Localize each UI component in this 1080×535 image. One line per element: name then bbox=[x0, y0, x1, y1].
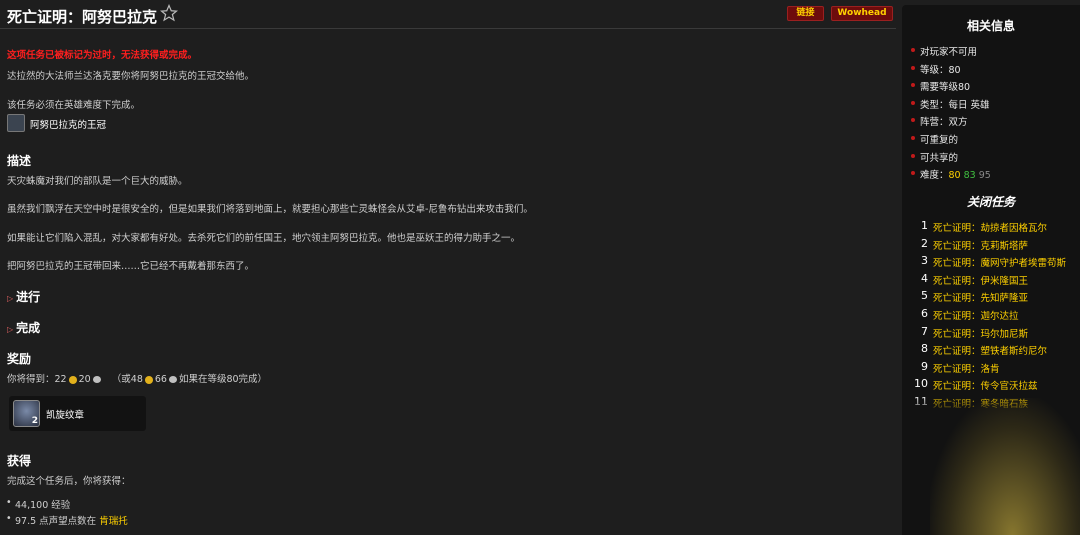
glow-overlay bbox=[930, 398, 1080, 535]
description-paragraph: 把阿努巴拉克的王冠带回来……它已经不再戴着那东西了。 bbox=[7, 261, 255, 272]
rep-prefix: 97.5 点声望点数在 bbox=[15, 516, 97, 527]
page-title: 死亡证明：阿努巴拉克 bbox=[7, 8, 158, 26]
title-bar: 死亡证明：阿努巴拉克 链接 Wowhead bbox=[0, 0, 896, 29]
chain-quest-link[interactable]: 死亡证明：玛尔加尼斯 bbox=[933, 326, 1028, 340]
chain-quest-link[interactable]: 死亡证明：传令官沃拉兹 bbox=[933, 378, 1038, 392]
chain-number: 3 bbox=[921, 254, 928, 268]
chain-number: 6 bbox=[921, 307, 928, 320]
info-item: 等级：80 bbox=[911, 62, 961, 76]
info-item: 阵营：双方 bbox=[911, 114, 968, 128]
description-paragraph: 如果能让它们陷入混乱，对大家都有好处。去杀死它们的前任国王，地穴领主阿努巴拉克。… bbox=[7, 233, 521, 244]
info-item: 类型：每日 英雄 bbox=[911, 97, 990, 111]
chain-quest-link[interactable]: 死亡证明：劫掠者因格瓦尔 bbox=[933, 220, 1047, 234]
chain-quest-link[interactable]: 死亡证明：魔网守护者埃雷苟斯 bbox=[933, 255, 1066, 269]
reward-item[interactable]: 2 凯旋纹章 bbox=[9, 396, 146, 431]
rewards-heading: 奖励 bbox=[7, 352, 32, 366]
chain-title: 关闭任务 bbox=[966, 195, 1015, 209]
quest-item-name[interactable]: 阿努巴拉克的王冠 bbox=[30, 117, 106, 131]
quest-main: 死亡证明：阿努巴拉克 链接 Wowhead 这项任务已被标记为过时，无法获得或完… bbox=[0, 0, 896, 535]
emblem-icon: 2 bbox=[13, 400, 40, 427]
description-paragraph: 虽然我们飘浮在天空中时是很安全的，但是如果我们将落到地面上，就要担心那些亡灵蛛怪… bbox=[7, 204, 533, 215]
info-item: 对玩家不可用 bbox=[910, 44, 977, 58]
wowhead-button[interactable]: Wowhead bbox=[831, 6, 893, 21]
chain-number: 9 bbox=[921, 359, 928, 373]
chain-quest-link[interactable]: 死亡证明：伊米隆国王 bbox=[933, 273, 1028, 287]
gold-coin-icon bbox=[144, 375, 153, 384]
chain-number: 1 bbox=[921, 219, 928, 232]
progress-label: 进行 bbox=[16, 290, 41, 304]
expand-triangle-icon: ▷ bbox=[7, 294, 14, 303]
info-item: 可重复的 bbox=[910, 132, 958, 146]
xp-gain: 44,100 经验 bbox=[6, 497, 70, 511]
gold-coin-icon bbox=[68, 375, 77, 384]
star-icon[interactable] bbox=[160, 4, 178, 22]
silver-coin-icon bbox=[168, 376, 177, 383]
deprecated-notice: 这项任务已被标记为过时，无法获得或完成。 bbox=[7, 50, 198, 61]
money-reward: 你将得到：22 20 （或48 66 如果在等级80完成） bbox=[7, 371, 267, 385]
description-heading: 描述 bbox=[7, 154, 32, 168]
completion-label: 完成 bbox=[16, 321, 41, 335]
heroic-note: 该任务必须在英雄难度下完成。 bbox=[7, 100, 141, 111]
faction-link[interactable]: 肯瑞托 bbox=[99, 516, 128, 527]
difficulty-easy: 80 bbox=[948, 170, 961, 181]
completion-toggle[interactable]: ▷ 完成 bbox=[7, 319, 40, 336]
silver-amount: 20 bbox=[78, 374, 91, 385]
chain-quest-link[interactable]: 死亡证明：先知萨隆亚 bbox=[933, 290, 1028, 304]
description-paragraph: 天灾蛛魔对我们的部队是一个巨大的威胁。 bbox=[7, 176, 188, 187]
gains-heading: 获得 bbox=[7, 454, 32, 468]
difficulty-grey: 95 bbox=[978, 170, 991, 181]
link-button[interactable]: 链接 bbox=[787, 6, 824, 21]
you-get-label: 你将得到： bbox=[7, 374, 55, 385]
progress-toggle[interactable]: ▷ 进行 bbox=[7, 288, 40, 305]
reward-item-name[interactable]: 凯旋纹章 bbox=[46, 407, 84, 421]
chain-quest-link[interactable]: 死亡证明：克莉斯塔萨 bbox=[933, 238, 1028, 252]
chain-number: 8 bbox=[921, 342, 928, 356]
silver-coin-icon bbox=[92, 376, 101, 383]
reward-count: 2 bbox=[31, 416, 38, 426]
chain-quest-link[interactable]: 死亡证明：迦尔达拉 bbox=[933, 308, 1019, 322]
gold-amount: 22 bbox=[54, 374, 67, 385]
difficulty-medium: 83 bbox=[963, 170, 976, 181]
chain-number: 5 bbox=[921, 289, 928, 303]
alt-open: （或 bbox=[111, 374, 131, 385]
alt-silver-amount: 66 bbox=[154, 374, 167, 385]
chain-number: 7 bbox=[921, 324, 928, 338]
chain-number: 10 bbox=[914, 377, 928, 391]
chain-number: 4 bbox=[921, 271, 928, 285]
chain-quest-link[interactable]: 死亡证明：塑铁者斯约尼尔 bbox=[933, 343, 1047, 357]
info-item: 可共享的 bbox=[910, 150, 958, 164]
alt-gold-amount: 48 bbox=[130, 374, 143, 385]
info-item: 需要等级80 bbox=[910, 79, 970, 93]
alt-tail: 如果在等级80完成） bbox=[178, 374, 268, 385]
chain-number: 2 bbox=[921, 236, 928, 250]
difficulty-label: 难度： bbox=[920, 170, 949, 181]
difficulty-item: 难度：80 83 95 bbox=[911, 167, 991, 181]
chain-quest-link[interactable]: 死亡证明：洛肯 bbox=[933, 361, 1000, 375]
reputation-gain: 97.5 点声望点数在 肯瑞托 bbox=[6, 513, 128, 527]
quest-start-text: 达拉然的大法师兰达洛克要你将阿努巴拉克的王冠交给他。 bbox=[7, 71, 255, 82]
gains-intro: 完成这个任务后，你将获得： bbox=[7, 476, 131, 487]
crown-icon bbox=[7, 114, 25, 132]
sidebar-title: 相关信息 bbox=[966, 19, 1015, 33]
expand-triangle-icon: ▷ bbox=[7, 325, 14, 334]
